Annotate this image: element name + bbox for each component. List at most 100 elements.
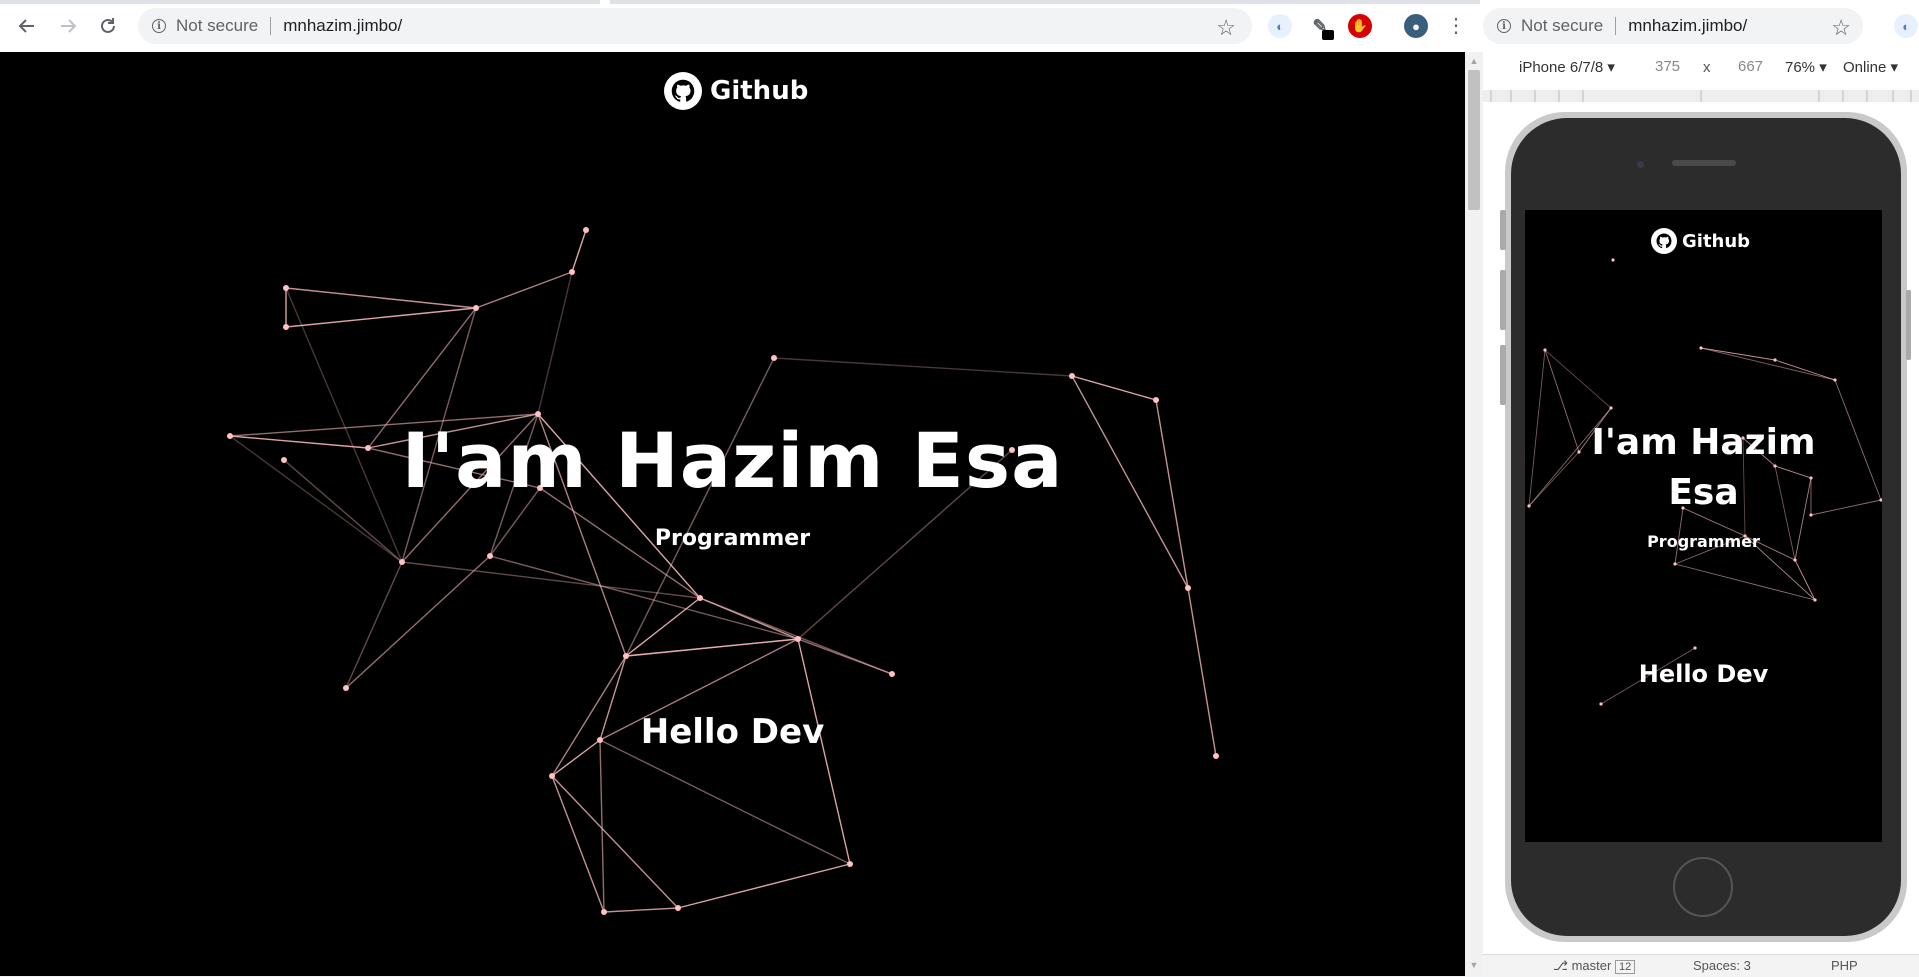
network-line	[537, 271, 573, 415]
back-button[interactable]	[14, 13, 40, 39]
network-node	[1813, 598, 1817, 602]
network-node	[473, 305, 479, 311]
arrow-right-icon	[61, 19, 77, 33]
network-line	[1774, 359, 1836, 381]
network-node	[675, 905, 681, 911]
network-node	[795, 636, 801, 642]
network-line	[1700, 347, 1836, 381]
network-line	[677, 863, 851, 909]
network-line	[285, 307, 477, 328]
network-node	[283, 324, 289, 330]
network-node	[1213, 753, 1219, 759]
scroll-up-arrow[interactable]: ▲	[1466, 56, 1482, 70]
network-line	[285, 287, 477, 309]
phone-side-button	[1500, 345, 1506, 405]
divider	[270, 17, 272, 35]
network-line	[551, 775, 679, 909]
forward-button[interactable]	[55, 13, 81, 39]
star-icon[interactable]: ☆	[1831, 15, 1851, 41]
mobile-subtitle: Programmer	[1647, 532, 1760, 551]
height-input[interactable]: 667	[1738, 58, 1763, 75]
tab-strip	[0, 0, 600, 4]
star-icon[interactable]: ☆	[1216, 15, 1236, 41]
network-node	[1693, 646, 1697, 650]
network-node	[1773, 464, 1777, 468]
extension-badge	[1322, 30, 1334, 40]
phone-home-button[interactable]	[1673, 857, 1733, 917]
info-icon[interactable]: i	[152, 19, 166, 33]
branch-name: master	[1571, 958, 1612, 973]
url-text[interactable]: mnhazim.jimbo/	[283, 16, 402, 36]
network-node	[1773, 358, 1777, 362]
info-icon[interactable]: i	[1497, 19, 1511, 33]
arrow-left-icon	[18, 19, 34, 33]
security-label: Not secure	[176, 16, 259, 35]
extension-translate-icon[interactable]: ◐	[1268, 14, 1292, 38]
network-node	[1543, 348, 1547, 352]
network-node	[1599, 702, 1603, 706]
kebab-menu-icon[interactable]: ⋮	[1446, 14, 1466, 38]
divider	[1615, 17, 1617, 35]
mobile-github-link[interactable]: Github	[1651, 228, 1750, 254]
network-node	[697, 595, 703, 601]
language-mode[interactable]: PHP	[1831, 958, 1858, 973]
network-node	[847, 861, 853, 867]
url-text[interactable]: mnhazim.jimbo/	[1628, 16, 1747, 36]
git-branch[interactable]: ⎇ master 12	[1553, 958, 1636, 974]
network-line	[1700, 347, 1776, 361]
dimension-separator: x	[1703, 59, 1711, 76]
network-node	[549, 773, 555, 779]
network-line	[625, 638, 799, 657]
scroll-thumb[interactable]	[1468, 70, 1480, 210]
network-line	[699, 597, 893, 675]
editor-status-bar: ⎇ master 12 Spaces: 3 PHP	[1483, 954, 1919, 977]
github-link[interactable]: Github	[664, 72, 808, 110]
network-node	[1611, 258, 1615, 262]
network-node	[1673, 562, 1677, 566]
network-line	[625, 357, 775, 657]
particle-network	[227, 227, 1219, 915]
scroll-down-arrow[interactable]: ▼	[1466, 960, 1482, 974]
address-bar[interactable]: i Not secure mnhazim.jimbo/ ☆	[138, 8, 1252, 44]
indentation-setting[interactable]: Spaces: 3	[1693, 958, 1751, 973]
network-node	[399, 559, 405, 565]
divider	[1388, 4, 1389, 48]
zoom-select[interactable]: 76% ▾	[1785, 58, 1827, 76]
network-node	[889, 671, 895, 677]
device-name: iPhone 6/7/8	[1519, 59, 1604, 76]
reload-button[interactable]	[95, 13, 121, 39]
network-line	[773, 357, 1073, 377]
network-line	[599, 739, 851, 865]
network-node	[623, 653, 629, 659]
branch-count-badge: 12	[1614, 960, 1636, 974]
network-line	[345, 561, 403, 689]
network-node	[601, 909, 607, 915]
network-node	[1809, 513, 1813, 517]
github-label: Github	[1682, 230, 1751, 252]
network-node	[1185, 585, 1191, 591]
network-node	[487, 553, 493, 559]
phone-side-button	[1500, 210, 1506, 250]
phone-speaker	[1672, 160, 1736, 166]
phone-side-button	[1906, 290, 1911, 360]
network-node	[1793, 558, 1797, 562]
adblock-icon[interactable]: ✋	[1348, 14, 1372, 38]
network-line	[625, 597, 701, 657]
network-line	[551, 775, 605, 913]
extension-translate-icon[interactable]: ◐	[1894, 14, 1918, 38]
address-bar-secondary[interactable]: i Not secure mnhazim.jimbo/ ☆	[1483, 8, 1863, 44]
mobile-headline-line2: Esa	[1668, 472, 1739, 513]
network-select[interactable]: Online ▾	[1843, 58, 1898, 76]
reload-icon	[101, 18, 115, 33]
device-toolbar: iPhone 6/7/8 ▾ 375 x 667 76% ▾ Online ▾	[1483, 52, 1919, 82]
network-node	[1699, 346, 1703, 350]
network-value: Online	[1843, 59, 1887, 76]
greeting: Hello Dev	[640, 712, 825, 752]
network-line	[1674, 563, 1816, 601]
avatar[interactable]: ●	[1404, 14, 1428, 38]
network-node	[583, 227, 589, 233]
security-label: Not secure	[1521, 16, 1604, 35]
width-input[interactable]: 375	[1655, 58, 1680, 75]
device-select[interactable]: iPhone 6/7/8 ▾	[1519, 58, 1615, 76]
github-icon	[1651, 228, 1677, 254]
